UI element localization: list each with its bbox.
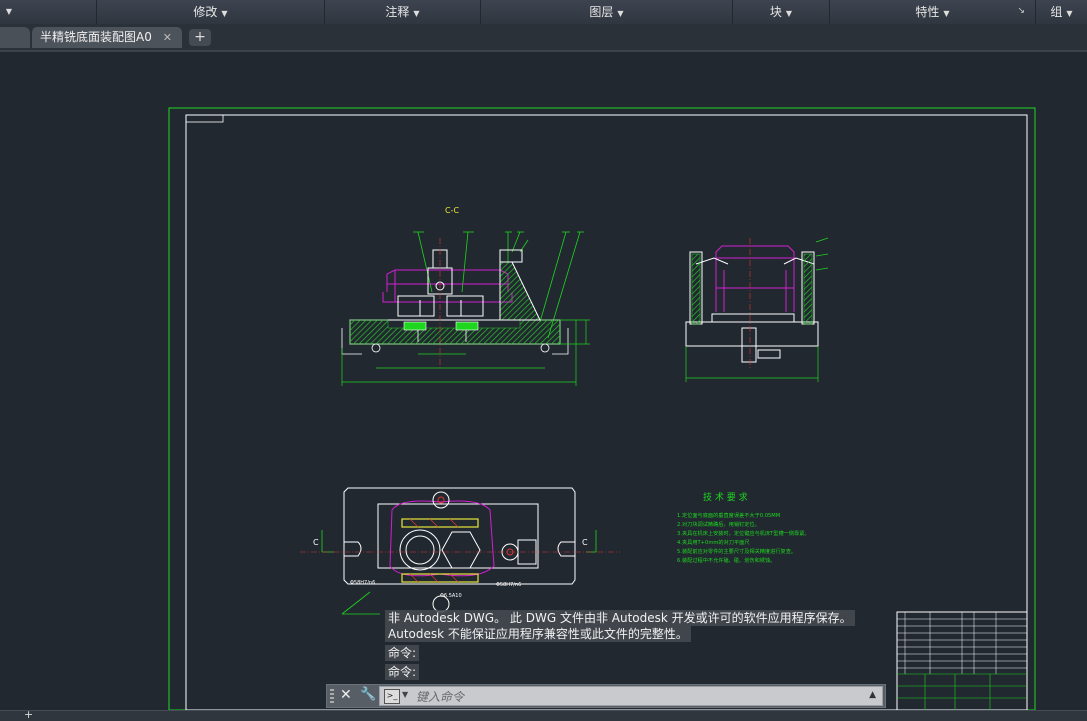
ribbon-panel-modify[interactable]: 修改 ▼ xyxy=(97,0,325,24)
ribbon-panel-layers[interactable]: 图层 ▼ xyxy=(481,0,733,24)
close-icon[interactable]: ✕ xyxy=(163,27,172,48)
title-block xyxy=(896,611,1028,710)
new-tab-button[interactable]: + xyxy=(189,29,211,46)
ribbon-panel-block[interactable]: 块 ▼ xyxy=(733,0,830,24)
fit-dim-3: Φ6.5A10 xyxy=(440,593,462,599)
tech-note-1: 1.定位面与底面的垂直度误差不大于0.05MM xyxy=(677,511,780,519)
fit-dim-1: Φ58H7/n6 xyxy=(350,580,375,586)
section-mark-c-left: C xyxy=(313,538,319,547)
tech-note-5: 5.装配前应对零件的主要尺寸及相关精度进行复查。 xyxy=(677,547,796,555)
close-icon[interactable]: ✕ xyxy=(340,687,352,703)
dropdown-caret-icon: ▼ xyxy=(785,9,793,18)
ribbon-panel-bar: ▼ 修改 ▼ 注释 ▼ 图层 ▼ 块 ▼ 特性 ▼ ↘ 组 ▼ xyxy=(0,0,1087,25)
dwg-warning-line-2: Autodesk 不能保证应用程序兼容性或此文件的完整性。 xyxy=(385,626,691,642)
dwg-warning-line-1: 非 Autodesk DWG。 此 DWG 文件由非 Autodesk 开发或许… xyxy=(385,610,855,626)
dropdown-caret-icon: ▼ xyxy=(413,9,420,18)
command-line-bar: ✕ 🔧 >_ ▼ ▲ xyxy=(326,684,886,708)
tech-note-4: 4.夹具用T+0mm的对刀平面尺 xyxy=(677,538,750,546)
dropdown-caret-icon: ▼ xyxy=(1066,9,1073,18)
add-layout-icon[interactable]: + xyxy=(24,708,33,721)
command-history-line-2: 命令: xyxy=(385,664,420,680)
corner-label-box xyxy=(185,114,224,123)
dropdown-caret-icon: ▼ xyxy=(617,9,624,18)
dropdown-caret-icon: ▼ xyxy=(943,9,950,18)
section-label: C-C xyxy=(445,206,459,215)
tech-note-6: 6.装配过程中不允许磕、碰、划伤和锈蚀。 xyxy=(677,556,775,564)
top-view: C C Φ58H7/n6 Φ58H7/n6 Φ6.5A10 xyxy=(300,487,620,615)
recent-commands-dropdown-icon[interactable]: ▼ xyxy=(402,690,408,699)
customize-wrench-icon[interactable]: 🔧 xyxy=(360,687,376,702)
fit-dim-2: Φ58H7/n6 xyxy=(496,582,521,588)
command-history-line-1: 命令: xyxy=(385,645,420,661)
file-tab-bar: 半精铣底面装配图A0 ✕ + xyxy=(0,24,1087,52)
drag-handle[interactable] xyxy=(330,689,334,703)
start-tab[interactable] xyxy=(0,27,30,48)
side-view xyxy=(685,237,829,382)
document-tab[interactable]: 半精铣底面装配图A0 ✕ xyxy=(32,27,182,48)
command-input[interactable] xyxy=(414,688,858,706)
tech-note-3: 3.夹具在机床上安装时，定位键应与机床T型槽一侧靠紧。 xyxy=(677,529,810,537)
command-history: 非 Autodesk DWG。 此 DWG 文件由非 Autodesk 开发或许… xyxy=(385,610,880,680)
section-view-cc: C-C xyxy=(341,206,590,386)
tech-note-2: 2.对刀块调试精确后，用销钉定位。 xyxy=(677,520,760,528)
technical-requirements: 技 术 要 求 1.定位面与底面的垂直度误差不大于0.05MM 2.对刀块调试精… xyxy=(677,491,810,564)
history-expand-icon[interactable]: ▲ xyxy=(869,690,876,700)
document-tab-label: 半精铣底面装配图A0 xyxy=(40,30,152,44)
status-bar: + xyxy=(0,708,1087,721)
dropdown-caret-icon: ▼ xyxy=(5,7,12,16)
command-input-box[interactable]: >_ ▼ ▲ xyxy=(379,686,883,706)
ribbon-panel-properties[interactable]: 特性 ▼ xyxy=(830,0,1036,24)
tech-title: 技 术 要 求 xyxy=(703,491,748,503)
ribbon-panel-first[interactable]: ▼ xyxy=(0,0,97,24)
ribbon-expand-icon[interactable]: ↘ xyxy=(1017,6,1025,16)
section-mark-c-right: C xyxy=(582,538,588,547)
drawing-canvas[interactable]: C-C C C Φ58H7/n6 Φ58H7/n6 Φ6.5A10 技 术 要 … xyxy=(0,52,1087,710)
ribbon-panel-groups[interactable]: 组 ▼ xyxy=(1036,0,1087,24)
command-prompt-icon[interactable]: >_ xyxy=(384,689,400,704)
ribbon-panel-annotate[interactable]: 注释 ▼ xyxy=(325,0,481,24)
dropdown-caret-icon: ▼ xyxy=(221,9,228,18)
